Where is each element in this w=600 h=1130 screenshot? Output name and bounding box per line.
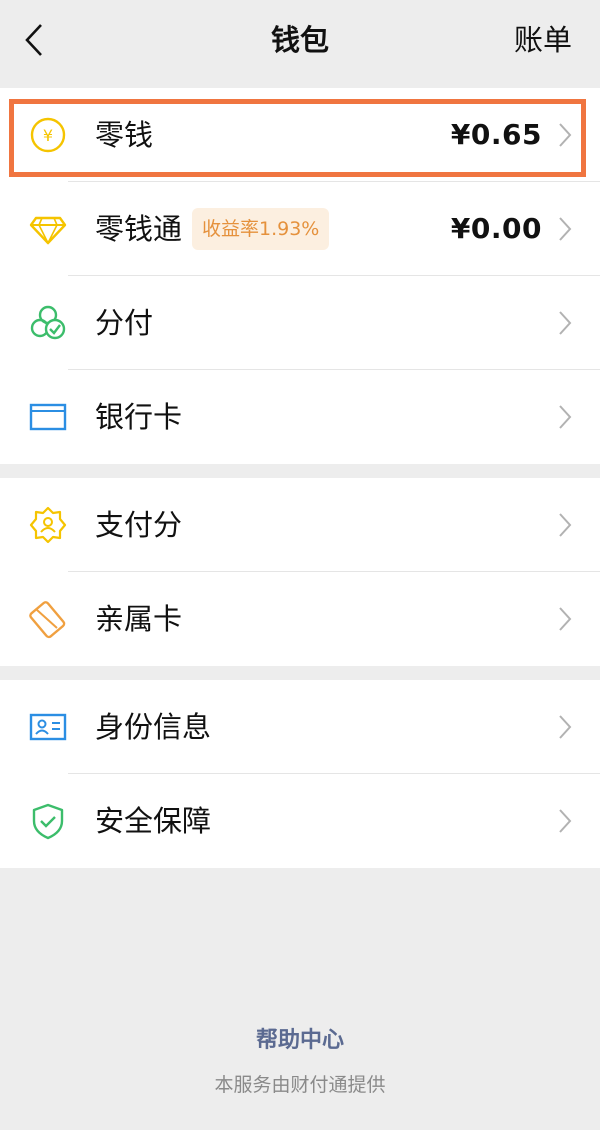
chevron-right-icon	[559, 405, 572, 429]
row-identity-info[interactable]: 身份信息	[0, 680, 600, 774]
family-card-icon	[28, 599, 68, 639]
row-label: 分付	[95, 306, 154, 340]
wallet-group-credit: 支付分 亲属卡	[0, 478, 600, 666]
chevron-right-icon	[559, 123, 572, 147]
chevron-right-icon	[559, 715, 572, 739]
row-fenfu[interactable]: 分付	[0, 276, 600, 370]
row-label: 零钱	[95, 118, 154, 152]
lingqiantong-value: ¥0.00	[450, 212, 542, 245]
row-family-card[interactable]: 亲属卡	[0, 572, 600, 666]
wallet-group-security: 身份信息 安全保障	[0, 680, 600, 868]
row-security[interactable]: 安全保障	[0, 774, 600, 868]
service-provider-note: 本服务由财付通提供	[214, 1074, 386, 1096]
row-change[interactable]: ¥ 零钱 ¥0.65	[0, 88, 600, 182]
chevron-right-icon	[559, 311, 572, 335]
clover-check-icon	[28, 303, 68, 343]
bank-card-icon	[28, 397, 68, 437]
badge-person-icon	[28, 505, 68, 545]
row-label: 银行卡	[95, 400, 183, 434]
help-center-link[interactable]: 帮助中心	[0, 1022, 600, 1054]
balance-value: ¥0.65	[450, 118, 542, 151]
wallet-group-balance: ¥ 零钱 ¥0.65 零钱通 ¥0.00 分付 银行卡	[0, 88, 600, 464]
svg-text:¥: ¥	[43, 126, 53, 145]
yield-rate-badge: 收益率1.93%	[192, 208, 330, 250]
row-label: 亲属卡	[95, 602, 183, 636]
row-label: 身份信息	[95, 710, 212, 744]
row-label: 零钱通	[95, 212, 183, 246]
page-title: 钱包	[270, 23, 329, 57]
diamond-icon	[28, 209, 68, 249]
row-label: 安全保障	[95, 804, 212, 838]
id-card-icon	[28, 707, 68, 747]
yuan-coin-icon: ¥	[28, 115, 68, 155]
row-payscore[interactable]: 支付分	[0, 478, 600, 572]
chevron-right-icon	[559, 217, 572, 241]
row-bank-card[interactable]: 银行卡	[0, 370, 600, 464]
chevron-right-icon	[559, 513, 572, 537]
chevron-right-icon	[559, 809, 572, 833]
row-label: 支付分	[95, 508, 183, 542]
bill-button[interactable]: 账单	[514, 20, 572, 60]
chevron-right-icon	[559, 607, 572, 631]
shield-check-icon	[28, 801, 68, 841]
nav-bar: 钱包 账单	[0, 0, 600, 88]
